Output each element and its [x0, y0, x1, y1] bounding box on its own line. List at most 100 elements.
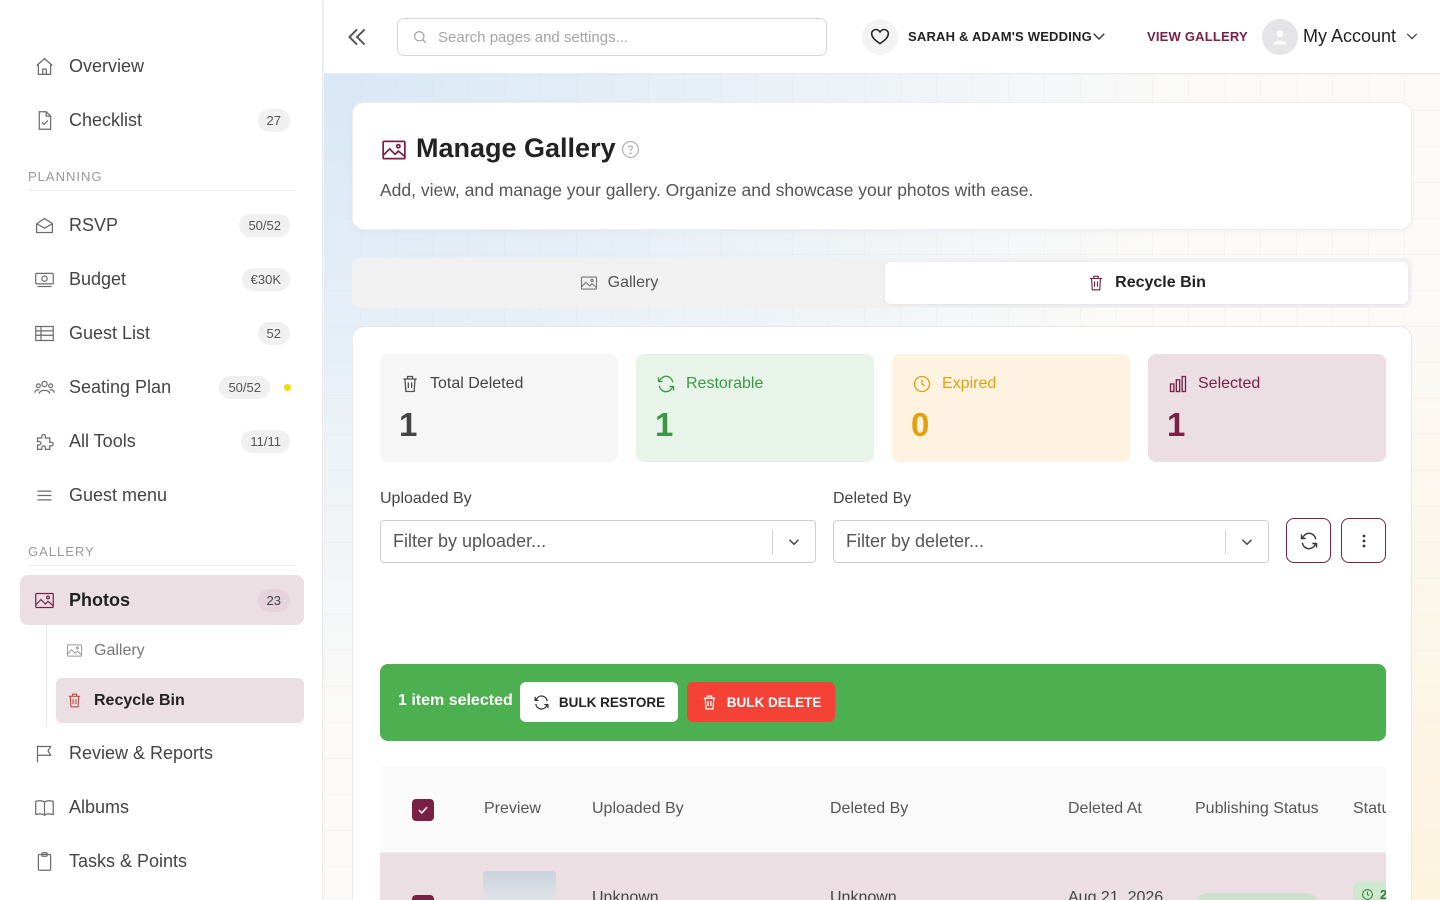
envelope-icon [33, 214, 55, 236]
select-placeholder: Filter by uploader... [393, 531, 547, 551]
divider [772, 530, 773, 554]
chevron-down-icon[interactable] [1090, 27, 1108, 50]
column-header-deleted-by[interactable]: Deleted By [830, 800, 908, 818]
uploaded-by-label: Uploaded By [380, 490, 472, 507]
sidebar-item-label: Photos [69, 589, 130, 610]
column-header-preview[interactable]: Preview [484, 800, 541, 818]
divider [28, 565, 296, 566]
bulk-restore-button[interactable]: BULK RESTORE [520, 682, 678, 722]
uploaded-by-select[interactable]: Filter by uploader... [380, 520, 816, 563]
menu-icon [33, 484, 55, 506]
stat-value: 0 [911, 406, 930, 443]
divider [28, 190, 296, 191]
status-dot [284, 383, 291, 391]
stat-value: 1 [399, 406, 418, 443]
sidebar-item-overview[interactable]: Overview [20, 41, 304, 91]
heart-icon [862, 19, 898, 55]
document-check-icon [33, 109, 55, 131]
help-icon[interactable] [621, 140, 640, 164]
photo-thumbnail[interactable] [483, 871, 556, 900]
account-menu[interactable]: My Account [1303, 26, 1396, 47]
column-header-status[interactable]: Status [1353, 800, 1386, 818]
stat-total-deleted: Total Deleted 1 [380, 354, 618, 462]
stat-label: Restorable [686, 375, 764, 392]
search-input[interactable] [438, 28, 818, 46]
sidebar-item-label: Guest menu [69, 484, 168, 505]
button-label: BULK DELETE [726, 694, 822, 710]
topbar: SARAH & ADAM'S WEDDING VIEW GALLERY My A… [324, 0, 1440, 74]
row-checkbox[interactable] [412, 895, 434, 900]
more-vertical-icon [1362, 534, 1365, 547]
chevron-down-icon [785, 533, 803, 556]
count-badge: 50/52 [219, 375, 270, 399]
sidebar-subitem-label: Recycle Bin [94, 691, 185, 709]
publishing-status-badge [1195, 893, 1319, 900]
sidebar-item-albums[interactable]: Albums [20, 782, 304, 832]
view-gallery-link[interactable]: VIEW GALLERY [1147, 29, 1248, 44]
bulk-action-bar: 1 item selected BULK RESTORE BULK DELETE [380, 664, 1386, 741]
image-icon [381, 137, 407, 168]
chevrons-left-icon [348, 28, 366, 46]
column-header-uploaded-by[interactable]: Uploaded By [592, 800, 684, 818]
book-icon [33, 796, 55, 818]
sidebar-item-label: Albums [69, 796, 130, 817]
clock-icon [913, 375, 931, 393]
image-icon [580, 276, 597, 290]
collapse-sidebar-button[interactable] [344, 24, 370, 50]
selection-count: 1 item selected [398, 692, 513, 709]
trash-icon [66, 692, 84, 709]
stat-restorable: Restorable 1 [636, 354, 874, 462]
sidebar-item-label: Overview [69, 55, 145, 76]
trash-icon [1090, 275, 1103, 291]
deleted-by-select[interactable]: Filter by deleter... [833, 520, 1269, 563]
page-subtitle: Add, view, and manage your gallery. Orga… [380, 180, 1034, 200]
section-label-gallery: GALLERY [28, 544, 95, 559]
sidebar-item-photos[interactable]: Photos 23 [20, 575, 304, 625]
event-selector[interactable]: SARAH & ADAM'S WEDDING [908, 29, 1092, 44]
count-badge: 27 [257, 108, 290, 132]
select-all-checkbox[interactable] [412, 799, 434, 821]
refresh-button[interactable] [1286, 518, 1331, 563]
table-row[interactable]: Unknown Unknown Aug 21, 2026 2 [380, 853, 1386, 900]
sidebar-item-budget[interactable]: Budget €30K [20, 254, 304, 304]
count-badge: 50/52 [239, 213, 290, 237]
chevron-down-icon[interactable] [1404, 28, 1420, 49]
status-value: 2 [1380, 886, 1386, 900]
trash-icon [403, 375, 417, 393]
sidebar-item-review-reports[interactable]: Review & Reports [20, 728, 304, 778]
home-icon [33, 55, 55, 77]
page-header-card: Manage Gallery Add, view, and manage you… [352, 102, 1412, 230]
count-badge: 52 [257, 321, 290, 345]
sidebar-item-label: Tasks & Points [69, 850, 188, 871]
tab-gallery[interactable]: Gallery [356, 262, 882, 304]
sidebar-item-tasks-points[interactable]: Tasks & Points [20, 836, 304, 886]
button-label: BULK RESTORE [558, 694, 666, 710]
column-header-publishing-status[interactable]: Publishing Status [1195, 800, 1319, 818]
avatar[interactable] [1262, 19, 1298, 55]
sidebar-item-all-tools[interactable]: All Tools 11/11 [20, 416, 304, 466]
sidebar-subitem-gallery[interactable]: Gallery [56, 628, 304, 673]
sidebar-item-checklist[interactable]: Checklist 27 [20, 95, 304, 145]
stat-selected: Selected 1 [1148, 354, 1386, 462]
refresh-icon [657, 375, 675, 393]
bulk-delete-button[interactable]: BULK DELETE [687, 682, 835, 722]
submenu-guide-line [46, 626, 47, 726]
more-options-button[interactable] [1341, 518, 1386, 563]
sidebar: Overview Checklist 27 PLANNING RSVP 50/5… [0, 0, 323, 900]
table-icon [33, 322, 55, 344]
sidebar-item-seating-plan[interactable]: Seating Plan 50/52 [20, 362, 304, 412]
sidebar-item-label: Guest List [69, 322, 151, 343]
tab-recycle-bin[interactable]: Recycle Bin [885, 262, 1408, 304]
divider [1225, 530, 1226, 554]
stat-expired: Expired 0 [892, 354, 1130, 462]
refresh-icon [1300, 532, 1317, 549]
tab-bar: Gallery Recycle Bin [352, 258, 1412, 308]
clipboard-icon [33, 850, 55, 872]
column-header-deleted-at[interactable]: Deleted At [1068, 800, 1142, 818]
status-badge: 2 [1353, 881, 1386, 900]
sidebar-item-rsvp[interactable]: RSVP 50/52 [20, 200, 304, 250]
sidebar-item-guest-list[interactable]: Guest List 52 [20, 308, 304, 358]
sidebar-item-guest-menu[interactable]: Guest menu [20, 470, 304, 520]
sidebar-subitem-recycle-bin[interactable]: Recycle Bin [56, 678, 304, 723]
people-icon [33, 376, 55, 398]
